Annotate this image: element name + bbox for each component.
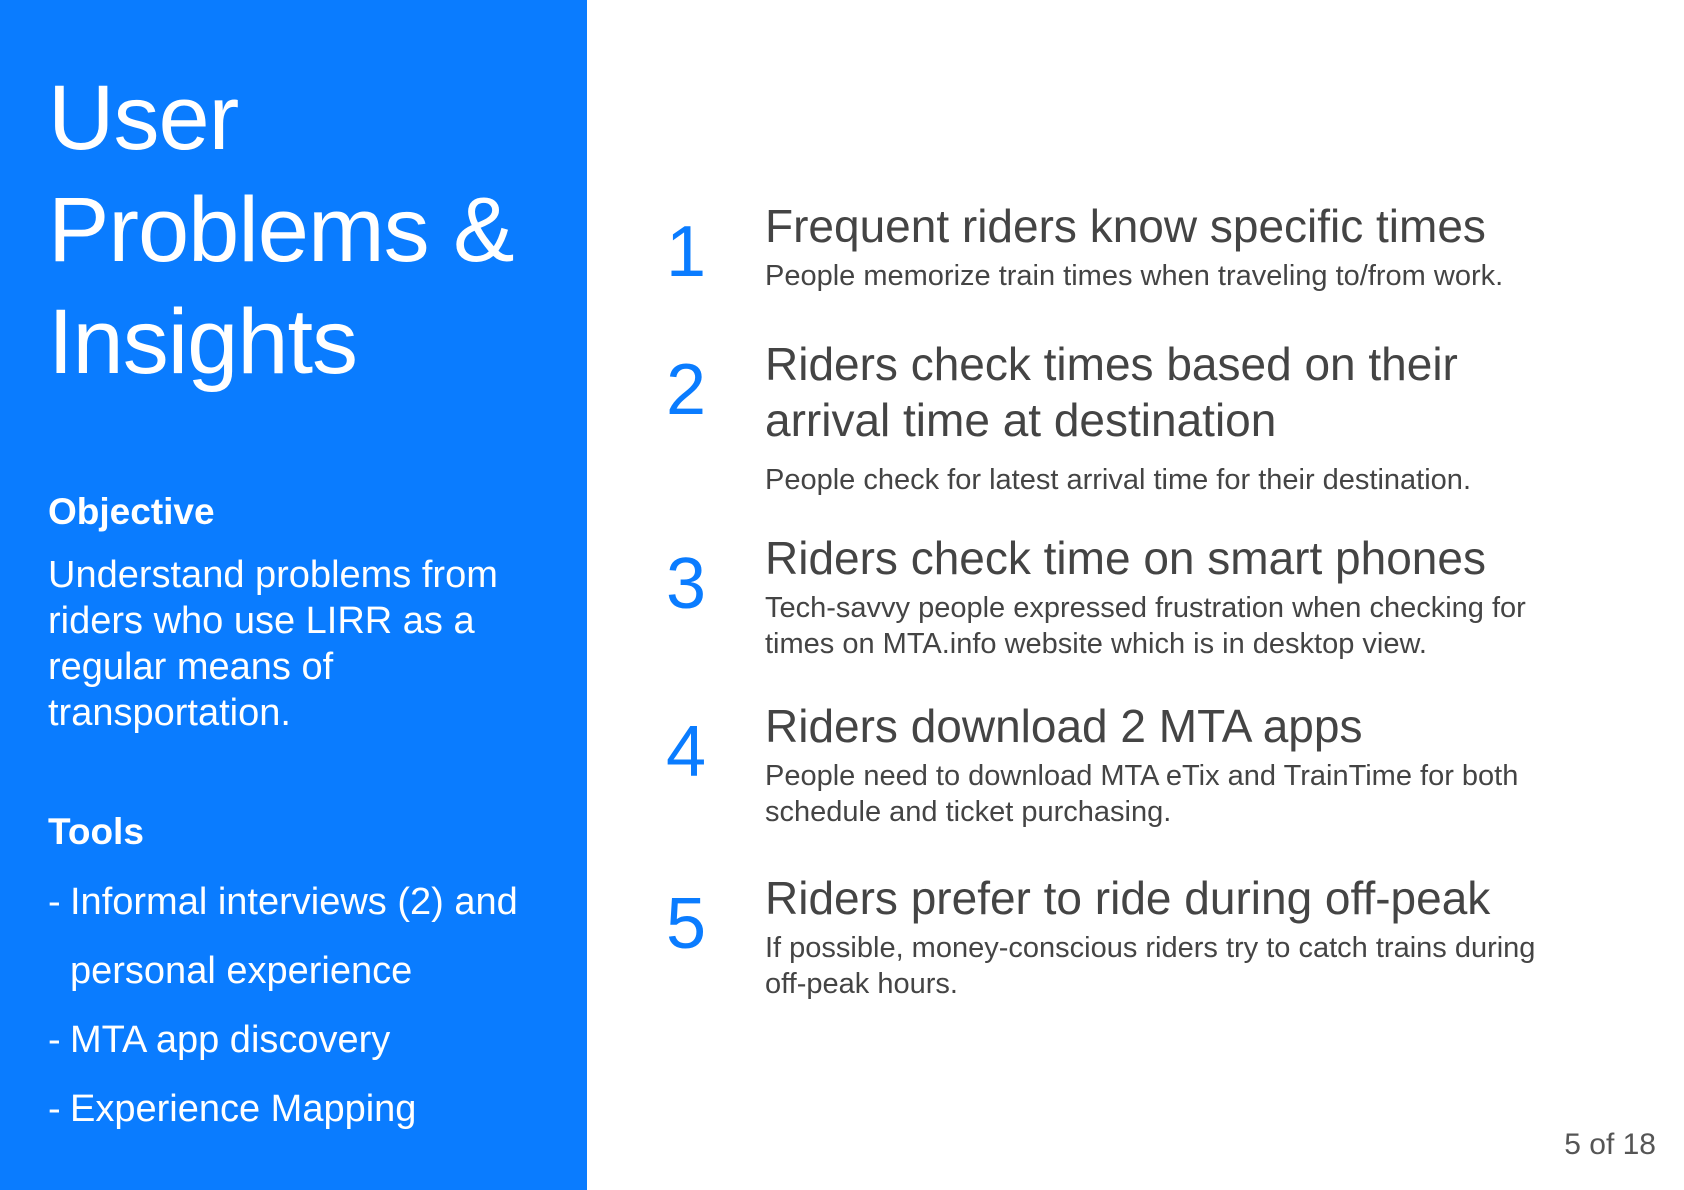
insight-title: Riders check times based on their arriva…: [765, 338, 1458, 446]
insight-description: People check for latest arrival time for…: [765, 464, 1471, 496]
insight-number: 5: [666, 884, 707, 964]
insight-body: Frequent riders know specific times Peop…: [765, 198, 1625, 294]
insight-number: 1: [666, 212, 707, 292]
insight-body: Riders prefer to ride during off-peak If…: [765, 870, 1625, 1002]
insight-body: Riders download 2 MTA apps People need t…: [765, 698, 1625, 830]
objective-heading: Objective: [48, 491, 215, 532]
title-line-1: User: [48, 67, 239, 169]
tools-list-item: MTA app discovery: [48, 1006, 568, 1075]
insight-number: 2: [666, 350, 707, 430]
page-counter: 5 of 18: [1564, 1128, 1656, 1161]
insight-description: If possible, money-conscious riders try …: [765, 932, 1536, 1000]
sidebar-panel: User Problems & Insights Objective Under…: [0, 0, 587, 1190]
insight-number: 4: [666, 712, 707, 792]
title-line-3: Insights: [48, 291, 358, 393]
insight-body: Riders check times based on their arriva…: [765, 336, 1625, 498]
insight-body: Riders check time on smart phones Tech-s…: [765, 530, 1625, 662]
tools-list-item: Informal interviews (2) and personal exp…: [48, 868, 520, 1006]
insight-number: 3: [666, 544, 707, 624]
page-title: User Problems & Insights: [48, 62, 578, 398]
insight-title: Riders download 2 MTA apps: [765, 700, 1363, 752]
title-line-2: Problems &: [48, 179, 515, 281]
tools-list: Informal interviews (2) and personal exp…: [48, 868, 568, 1144]
insight-description: People need to download MTA eTix and Tra…: [765, 760, 1519, 828]
insight-title: Riders prefer to ride during off-peak: [765, 872, 1491, 924]
insight-title: Riders check time on smart phones: [765, 532, 1486, 584]
tools-list-item: Experience Mapping: [48, 1075, 568, 1144]
objective-text: Understand problems from riders who use …: [48, 554, 498, 734]
tools-heading: Tools: [48, 811, 144, 852]
insight-description: Tech-savvy people expressed frustration …: [765, 592, 1526, 660]
insight-title: Frequent riders know specific times: [765, 200, 1486, 252]
insight-description: People memorize train times when traveli…: [765, 260, 1504, 292]
